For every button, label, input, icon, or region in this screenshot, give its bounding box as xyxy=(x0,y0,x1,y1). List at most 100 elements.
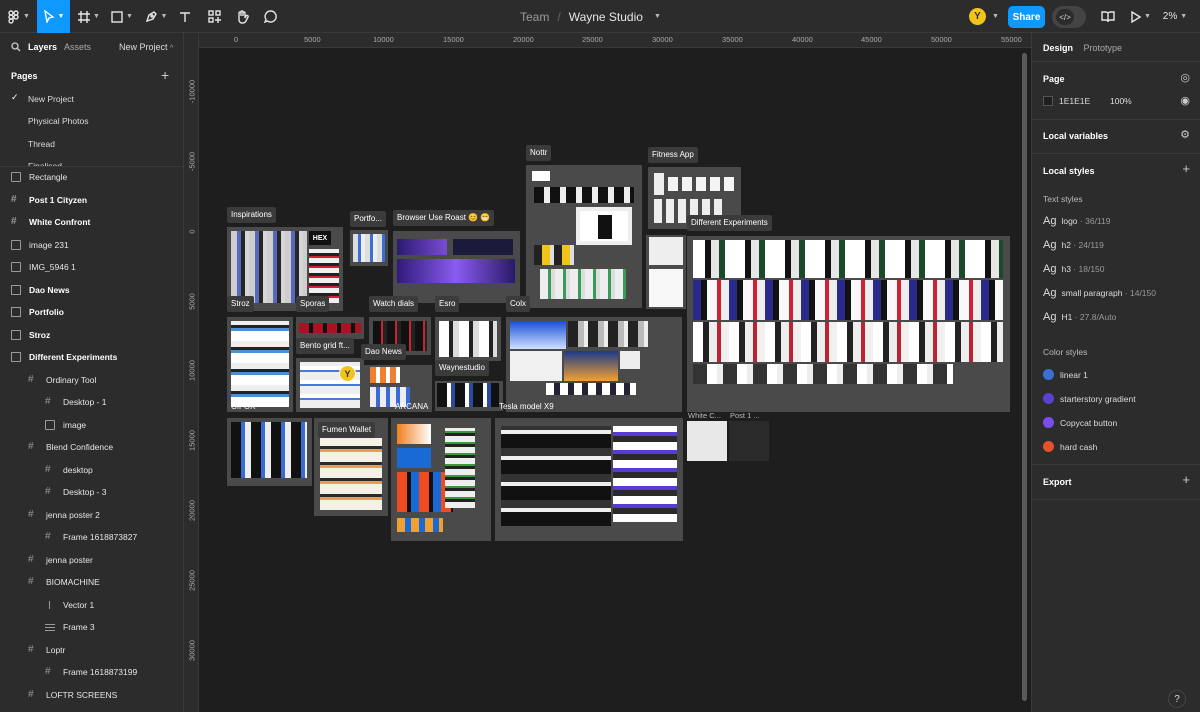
eye-icon[interactable]: ◉ xyxy=(1180,94,1190,107)
layer-row[interactable]: image xyxy=(45,414,86,436)
add-page-icon[interactable]: + xyxy=(161,67,169,83)
layer-row[interactable]: Ordinary Tool xyxy=(28,369,96,391)
frame-label-stroz[interactable]: Stroz xyxy=(227,296,254,312)
text-style-item[interactable]: Ag logo · 36/119 xyxy=(1043,215,1110,227)
dev-mode-toggle[interactable]: </> xyxy=(1052,6,1086,28)
frame-stroz[interactable] xyxy=(227,317,293,412)
frame-different-experiments[interactable] xyxy=(687,236,1010,412)
variables-sliders-icon[interactable]: ⚙ xyxy=(1180,128,1190,141)
pen-tool-button[interactable]: ▼ xyxy=(142,0,170,33)
layer-row[interactable]: Frame 1618873827 xyxy=(45,526,137,548)
add-export-icon[interactable]: + xyxy=(1182,472,1190,487)
frame-nottr[interactable] xyxy=(526,165,642,308)
move-tool-button[interactable]: ▼ xyxy=(37,0,70,33)
shape-tool-button[interactable]: ▼ xyxy=(108,0,136,33)
layer-row[interactable]: desktop xyxy=(45,459,93,481)
layer-row[interactable]: Desktop - 1 xyxy=(45,391,106,413)
help-button[interactable]: ? xyxy=(1168,690,1186,708)
avatar-menu-chevron[interactable]: ▼ xyxy=(988,0,1000,33)
frame-portfolio[interactable] xyxy=(350,230,388,266)
color-style-item[interactable]: linear 1 xyxy=(1043,369,1088,380)
frame-waynestudio[interactable] xyxy=(435,381,503,411)
add-style-icon[interactable]: + xyxy=(1182,161,1190,176)
frame-label-fumen-wallet[interactable]: Fumen Wallet xyxy=(318,422,376,438)
main-menu-button[interactable]: ▼ xyxy=(4,0,34,33)
page-color-row[interactable]: 1E1E1E 100% xyxy=(1043,96,1132,106)
frame-label-nottr[interactable]: Nottr xyxy=(526,145,552,161)
hand-tool-button[interactable] xyxy=(232,0,252,33)
layer-row[interactable]: Stroz xyxy=(11,324,50,346)
page-item-thread[interactable]: Thread xyxy=(28,137,55,151)
frame-label-dao-news[interactable]: Dao News xyxy=(361,344,406,360)
tab-layers[interactable]: Layers xyxy=(28,42,57,52)
text-style-item[interactable]: Ag h2 · 24/119 xyxy=(1043,239,1104,251)
frame-label-cifox[interactable]: CIFOX xyxy=(227,399,259,415)
tab-prototype[interactable]: Prototype xyxy=(1084,43,1123,53)
user-avatar[interactable]: Y xyxy=(969,8,986,25)
frame-arcana[interactable] xyxy=(391,418,491,541)
layer-row[interactable]: Dao News xyxy=(11,279,70,301)
comment-tool-button[interactable] xyxy=(260,0,280,33)
frame-notes[interactable] xyxy=(646,235,686,309)
layer-row[interactable]: Post 1 Cityzen xyxy=(11,189,87,211)
frame-post-1-cityzen[interactable] xyxy=(729,421,769,461)
resources-button[interactable] xyxy=(204,0,224,33)
vertical-scrollbar[interactable] xyxy=(1022,53,1027,701)
layer-row[interactable]: Different Experiments xyxy=(11,346,117,368)
layer-row[interactable]: Frame 1618873199 xyxy=(45,661,137,683)
color-style-item[interactable]: starterstory gradient xyxy=(1043,393,1136,404)
frame-label-esro[interactable]: Esro xyxy=(435,296,460,312)
breadcrumb-team[interactable]: Team xyxy=(520,10,549,24)
frame-label-waynestudio[interactable]: Waynestudio xyxy=(435,360,489,376)
search-icon[interactable] xyxy=(11,42,21,52)
style-icon[interactable]: ◎ xyxy=(1180,71,1190,84)
tab-design[interactable]: Design xyxy=(1043,43,1073,53)
frame-cifox[interactable] xyxy=(227,418,312,486)
project-name[interactable]: Wayne Studio xyxy=(569,10,643,24)
frame-label-different-experiments[interactable]: Different Experiments xyxy=(687,215,772,231)
share-button[interactable]: Share xyxy=(1008,6,1045,28)
text-tool-button[interactable] xyxy=(176,0,194,33)
frame-label-tesla[interactable]: Tesla model X9 xyxy=(495,399,558,415)
frame-colx[interactable] xyxy=(506,317,682,412)
frame-label-fitness-app[interactable]: Fitness App xyxy=(648,147,698,163)
color-style-item[interactable]: Copycat button xyxy=(1043,417,1117,428)
layer-row[interactable]: Portfolio xyxy=(11,301,64,323)
layer-row[interactable]: LOFTR SCREENS xyxy=(28,684,117,706)
frame-browser-use-roast[interactable] xyxy=(393,231,520,303)
canvas[interactable]: 0 5000 10000 15000 20000 25000 30000 35000 40000… xyxy=(184,33,1031,712)
layer-row[interactable]: IMG_5946 1 xyxy=(11,256,76,278)
page-item-finalised[interactable]: Finalised xyxy=(28,159,62,166)
layer-row[interactable]: BIOMACHINE xyxy=(28,571,100,593)
text-style-item[interactable]: Ag small paragraph · 14/150 xyxy=(1043,287,1156,299)
tab-assets[interactable]: Assets xyxy=(64,42,91,52)
frame-label-watch-dials[interactable]: Watch dials xyxy=(369,296,419,312)
layer-row[interactable]: Loptr xyxy=(28,639,65,661)
frame-label-portfolio[interactable]: Portfo... xyxy=(350,211,387,227)
frame-tesla-model-x9[interactable] xyxy=(495,418,683,541)
text-style-item[interactable]: Ag H1 · 27.8/Auto xyxy=(1043,311,1116,323)
layer-row[interactable]: White Confront xyxy=(11,211,90,233)
layer-row[interactable]: Blend Confidence xyxy=(28,436,113,458)
zoom-control[interactable]: 2% ▼ xyxy=(1160,0,1190,33)
layer-row[interactable]: image 231 xyxy=(11,234,69,256)
frame-bento-grid[interactable] xyxy=(296,358,364,412)
color-swatch[interactable] xyxy=(1043,96,1053,106)
frame-label-sporas[interactable]: Sporas xyxy=(296,296,330,312)
layer-row[interactable]: Vector 1 xyxy=(45,594,94,616)
frame-tool-button[interactable]: ▼ xyxy=(76,0,102,33)
layer-row[interactable]: Rectangle xyxy=(11,166,67,188)
local-variables-title[interactable]: Local variables xyxy=(1043,131,1108,141)
color-style-item[interactable]: hard cash xyxy=(1043,441,1097,452)
project-selector[interactable]: New Project ^ xyxy=(119,42,173,52)
frame-label-colx[interactable]: Colx xyxy=(506,296,531,312)
page-item-physical-photos[interactable]: Physical Photos xyxy=(28,114,88,128)
frame-esro[interactable] xyxy=(435,317,501,361)
layer-row[interactable]: Desktop - 3 xyxy=(45,481,106,503)
text-style-item[interactable]: Ag h3 · 18/150 xyxy=(1043,263,1105,275)
frame-label-arcana-top[interactable]: ARCANA xyxy=(391,399,432,415)
page-color-value[interactable]: 1E1E1E xyxy=(1059,96,1110,106)
chevron-down-icon[interactable]: ▼ xyxy=(654,13,661,20)
page-item-new-project[interactable]: New Project xyxy=(28,92,74,106)
layer-row[interactable]: jenna poster 2 xyxy=(28,504,100,526)
